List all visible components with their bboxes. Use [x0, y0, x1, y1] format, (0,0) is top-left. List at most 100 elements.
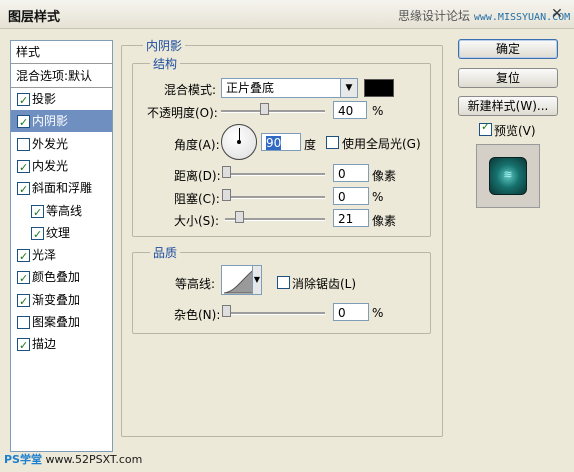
close-icon[interactable]: ✕ — [548, 5, 566, 23]
style-item-checkbox[interactable] — [17, 246, 30, 268]
style-item-checkbox[interactable] — [17, 179, 30, 201]
angle-unit: 度 — [304, 138, 317, 152]
style-item[interactable]: 图案叠加 — [11, 311, 112, 333]
style-item[interactable]: 内发光 — [11, 155, 112, 179]
size-input[interactable]: 21 — [333, 209, 369, 227]
style-item-checkbox[interactable] — [17, 137, 30, 151]
inner-shadow-title: 内阴影 — [143, 37, 186, 54]
angle-label: 角度(A): — [174, 138, 220, 152]
preview-glyph-icon: ≋ — [503, 168, 513, 181]
style-item-label: 图案叠加 — [32, 315, 81, 329]
style-item-checkbox[interactable] — [17, 112, 30, 134]
style-item-label: 内阴影 — [32, 114, 69, 129]
opacity-slider-thumb[interactable] — [260, 103, 269, 115]
distance-slider-track[interactable] — [225, 173, 325, 176]
blend-mode-label: 混合模式: — [164, 83, 217, 97]
choke-unit: % — [372, 190, 384, 204]
opacity-label: 不透明度(O): — [147, 104, 218, 121]
style-item[interactable]: 纹理 — [11, 222, 112, 246]
preview-label: 预览(V) — [494, 124, 536, 138]
choke-input[interactable]: 0 — [333, 187, 369, 205]
style-item-label: 投影 — [32, 92, 57, 106]
choke-slider-track[interactable] — [225, 196, 325, 199]
style-item-checkbox[interactable] — [17, 268, 30, 290]
style-item-checkbox[interactable] — [17, 316, 30, 329]
noise-input[interactable]: 0 — [333, 303, 369, 321]
styles-header-label: 样式 — [16, 45, 41, 59]
watermark-top-label: 思缘设计论坛 — [398, 9, 471, 23]
style-item-label: 纹理 — [46, 225, 71, 240]
angle-input[interactable]: 90 — [261, 133, 301, 151]
preview-checkbox[interactable] — [479, 120, 492, 136]
size-label: 大小(S): — [174, 214, 220, 228]
opacity-input[interactable]: 40 — [333, 101, 367, 119]
style-item[interactable]: 描边 — [11, 333, 112, 357]
style-item[interactable]: 颜色叠加 — [11, 266, 112, 290]
new-style-button[interactable]: 新建样式(W)... — [458, 96, 558, 116]
distance-label: 距离(D): — [174, 169, 221, 183]
distance-slider-thumb[interactable] — [222, 166, 231, 178]
watermark-bottom-url: www.52PSXT.com — [45, 453, 143, 466]
size-unit: 像素 — [372, 214, 397, 228]
chevron-down-icon: ▼ — [340, 79, 357, 97]
style-item-label: 渐变叠加 — [32, 292, 81, 307]
noise-slider-thumb[interactable] — [222, 305, 231, 317]
blending-options-item[interactable]: 混合选项:默认 — [11, 65, 112, 87]
style-item[interactable]: 外发光 — [11, 133, 112, 155]
global-light-label: 使用全局光(G) — [342, 137, 421, 151]
styles-list: 样式 混合选项:默认 投影内阴影外发光内发光斜面和浮雕等高线纹理光泽颜色叠加渐变… — [10, 40, 113, 452]
style-item-label: 内发光 — [32, 158, 69, 173]
contour-label: 等高线: — [175, 277, 216, 291]
watermark-ps: PS学堂 — [4, 453, 42, 466]
antialias-checkbox[interactable] — [277, 276, 290, 289]
noise-slider-track[interactable] — [225, 312, 325, 315]
angle-dial[interactable] — [221, 124, 257, 160]
opacity-slider-track[interactable] — [221, 110, 325, 113]
dialog-title: 图层样式 — [8, 10, 61, 25]
preview-thumbnail: ≋ — [489, 157, 527, 195]
style-item-checkbox[interactable] — [17, 157, 30, 179]
style-item-checkbox[interactable] — [17, 291, 30, 313]
distance-input[interactable]: 0 — [333, 164, 369, 182]
angle-value: 90 — [266, 136, 282, 150]
quality-title: 品质 — [150, 244, 181, 261]
noise-unit: % — [372, 306, 384, 320]
style-item-checkbox[interactable] — [17, 335, 30, 357]
opacity-unit: % — [372, 104, 384, 118]
style-item-label: 等高线 — [46, 203, 83, 218]
watermark-top: 思缘设计论坛 www.MISSYUAN.COM — [398, 7, 570, 24]
style-item-label: 外发光 — [32, 136, 69, 151]
antialias-label: 消除锯齿(L) — [292, 277, 357, 291]
blend-mode-select[interactable]: 正片叠底 ▼ — [221, 78, 358, 98]
blend-mode-value: 正片叠底 — [226, 81, 275, 95]
reset-button[interactable]: 复位 — [458, 68, 558, 88]
shadow-color-swatch[interactable] — [364, 79, 394, 97]
ok-button[interactable]: 确定 — [458, 39, 558, 59]
style-item-checkbox[interactable] — [31, 202, 44, 224]
angle-dial-center — [237, 140, 241, 144]
style-preview: ≋ — [476, 144, 540, 208]
title-bar: 图层样式 思缘设计论坛 www.MISSYUAN.COM ✕ — [0, 0, 574, 29]
global-light-checkbox[interactable] — [326, 136, 339, 149]
style-item-label: 斜面和浮雕 — [32, 181, 93, 196]
style-item-checkbox[interactable] — [17, 90, 30, 112]
blending-options-label: 混合选项:默认 — [16, 69, 93, 83]
style-item-checkbox[interactable] — [31, 224, 44, 246]
style-item-label: 颜色叠加 — [32, 270, 81, 285]
watermark-bottom: PS学堂 www.52PSXT.com — [4, 451, 142, 467]
distance-unit: 像素 — [372, 169, 397, 183]
style-item[interactable]: 光泽 — [11, 244, 112, 268]
style-item[interactable]: 等高线 — [11, 200, 112, 224]
styles-header[interactable]: 样式 — [11, 41, 112, 63]
choke-label: 阻塞(C): — [174, 192, 220, 206]
opacity-label-text: 不透明度(O): — [147, 106, 218, 120]
size-slider-thumb[interactable] — [235, 211, 244, 223]
style-item[interactable]: 投影 — [11, 88, 112, 112]
contour-dropdown-button[interactable]: ▼ — [252, 265, 262, 295]
noise-label: 杂色(N): — [174, 308, 221, 322]
style-item[interactable]: 内阴影 — [11, 110, 112, 134]
style-item-label: 光泽 — [32, 248, 57, 263]
style-item[interactable]: 斜面和浮雕 — [11, 177, 112, 201]
style-item[interactable]: 渐变叠加 — [11, 289, 112, 313]
choke-slider-thumb[interactable] — [222, 189, 231, 201]
